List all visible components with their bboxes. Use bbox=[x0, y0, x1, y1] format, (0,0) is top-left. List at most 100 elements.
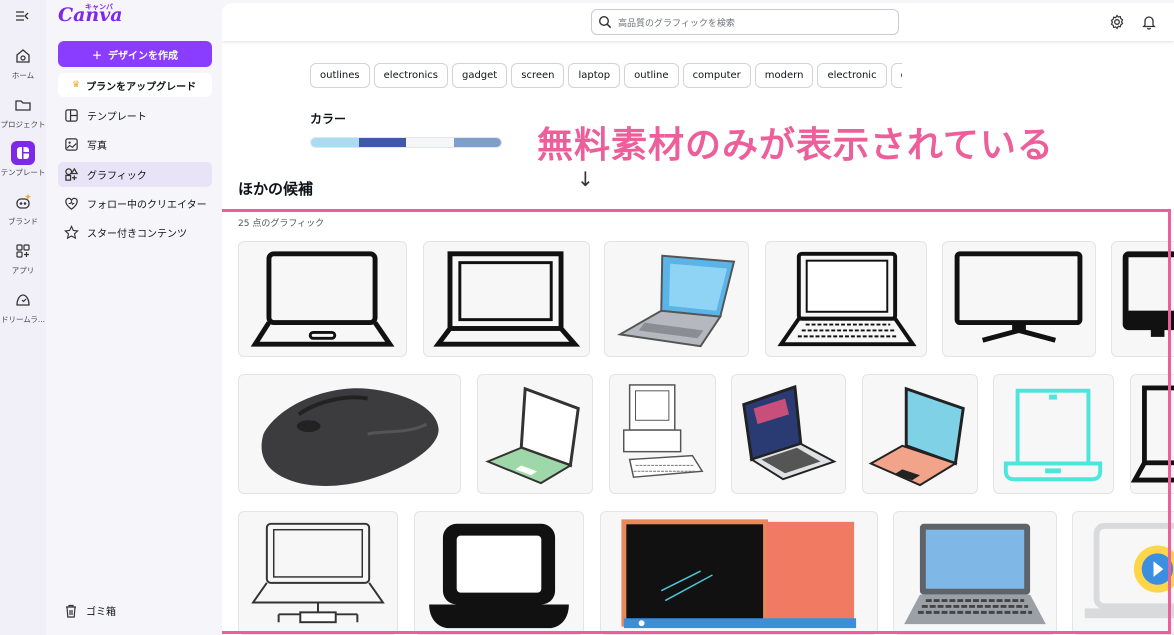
graphic-tile[interactable] bbox=[942, 241, 1096, 357]
keyword-chip[interactable]: screen bbox=[511, 63, 565, 88]
apps-icon bbox=[11, 239, 35, 263]
nav-item-starred[interactable]: スター付きコンテンツ bbox=[58, 220, 212, 245]
left-rail: ホーム プロジェクト テンプレート ブランド アプリ ドリームラ... bbox=[0, 0, 46, 635]
graphic-tile[interactable] bbox=[731, 374, 846, 494]
keyword-chip[interactable]: gadget bbox=[451, 63, 508, 88]
search-field[interactable]: 高品質のグラフィックを検索 bbox=[591, 9, 899, 35]
nav-label: グラフィック bbox=[87, 171, 147, 182]
keyword-chip[interactable]: o bbox=[890, 63, 902, 88]
graphic-tile[interactable] bbox=[423, 241, 590, 357]
upgrade-plan-label: プランをアップグレード bbox=[86, 81, 197, 93]
color-section-title: カラー bbox=[310, 112, 347, 126]
rail-label: アプリ bbox=[11, 266, 35, 275]
top-bar: 高品質のグラフィックを検索 bbox=[222, 3, 1174, 41]
template-icon bbox=[11, 141, 35, 165]
canva-logo-kana: キャンバ bbox=[85, 3, 113, 11]
graphic-tile[interactable] bbox=[414, 511, 584, 635]
nav-label: スター付きコンテンツ bbox=[87, 229, 187, 240]
graphic-tile[interactable] bbox=[862, 374, 978, 494]
keyword-chip[interactable]: outlines bbox=[310, 63, 370, 88]
home-icon bbox=[11, 44, 35, 68]
laptop-3d-blue-graphic bbox=[617, 254, 736, 348]
crown-icon: ♛ bbox=[72, 80, 81, 90]
color-swatch[interactable] bbox=[406, 138, 454, 147]
search-placeholder: 高品質のグラフィックを検索 bbox=[618, 18, 735, 29]
color-swatch[interactable] bbox=[453, 138, 501, 147]
results-count: 25 点のグラフィック bbox=[238, 219, 325, 229]
rail-label: ドリームラ... bbox=[0, 315, 46, 324]
nav-label: フォロー中のクリエイター bbox=[87, 200, 207, 211]
main-content: 高品質のグラフィックを検索 outlines electronics gadget s… bbox=[222, 3, 1174, 635]
laptop-outline-graphic bbox=[1131, 385, 1174, 483]
graphic-tile[interactable] bbox=[993, 374, 1114, 494]
annotation-arrow: ↓ bbox=[577, 167, 594, 191]
nav-item-followed-creators[interactable]: フォロー中のクリエイター bbox=[58, 191, 212, 216]
keyword-chip[interactable]: modern bbox=[754, 63, 814, 88]
laptop-outline-graphic bbox=[250, 251, 395, 347]
create-design-button[interactable]: ＋ デザインを作成 bbox=[58, 41, 212, 67]
nav-item-graphics[interactable]: グラフィック bbox=[58, 162, 212, 187]
retro-computer-graphic bbox=[623, 384, 704, 478]
laptop-network-outline-graphic bbox=[251, 522, 385, 624]
collapse-menu-icon[interactable] bbox=[15, 10, 33, 24]
results-title: ほかの候補 bbox=[238, 180, 314, 198]
plus-icon: ＋ bbox=[92, 50, 102, 62]
rail-item-apps[interactable]: アプリ bbox=[0, 239, 46, 276]
color-swatch[interactable] bbox=[311, 138, 359, 147]
laptop-grey-graphic bbox=[904, 523, 1046, 625]
search-icon bbox=[598, 15, 612, 29]
rail-label: ホーム bbox=[11, 71, 35, 80]
laptop-solid-graphic bbox=[429, 523, 569, 629]
rail-item-templates[interactable]: テンプレート bbox=[0, 141, 46, 178]
laptop-colorful-graphic bbox=[621, 519, 857, 629]
template-icon bbox=[65, 109, 78, 122]
graphic-tile[interactable] bbox=[238, 374, 461, 494]
keyword-chip[interactable]: outline bbox=[624, 63, 679, 88]
nav-label: テンプレート bbox=[87, 112, 147, 123]
graphic-tile[interactable] bbox=[1072, 511, 1174, 635]
color-palette[interactable] bbox=[310, 137, 502, 148]
keyword-chip[interactable]: laptop bbox=[568, 63, 621, 88]
keyword-chip[interactable]: computer bbox=[682, 63, 751, 88]
laptop-video-graphic bbox=[1084, 522, 1174, 619]
graphic-tile[interactable] bbox=[1130, 374, 1174, 494]
rail-item-brand[interactable]: ブランド bbox=[0, 190, 46, 227]
dream-lab-icon bbox=[11, 288, 35, 312]
monitor-graphic bbox=[1122, 251, 1174, 337]
graphic-tile[interactable] bbox=[609, 374, 716, 494]
bell-icon[interactable] bbox=[1141, 14, 1157, 30]
trash-button[interactable]: ゴミ箱 bbox=[58, 598, 212, 623]
rail-item-dream-lab[interactable]: ドリームラ... bbox=[0, 288, 46, 325]
graphics-icon bbox=[65, 167, 79, 181]
photo-icon bbox=[65, 138, 78, 151]
trash-label: ゴミ箱 bbox=[86, 607, 116, 618]
graphic-tile[interactable] bbox=[600, 511, 878, 635]
keyword-chips: outlines electronics gadget screen laptop out… bbox=[310, 63, 902, 89]
rail-label: プロジェクト bbox=[0, 120, 46, 129]
rail-item-projects[interactable]: プロジェクト bbox=[0, 93, 46, 130]
rail-item-home[interactable]: ホーム bbox=[0, 44, 46, 81]
computer-mouse-graphic bbox=[261, 388, 439, 486]
graphic-tile[interactable] bbox=[477, 374, 593, 494]
trash-icon bbox=[66, 604, 76, 618]
graphic-tile[interactable] bbox=[604, 241, 749, 357]
graphic-tile[interactable] bbox=[238, 511, 398, 635]
star-icon bbox=[64, 225, 79, 240]
color-swatch[interactable] bbox=[358, 138, 406, 147]
graphic-tile[interactable] bbox=[238, 241, 407, 357]
nav-item-templates[interactable]: テンプレート bbox=[58, 103, 212, 128]
laptop-outline-graphic bbox=[433, 251, 581, 347]
laptop-sketch-graphic bbox=[777, 251, 917, 347]
upgrade-plan-button[interactable]: ♛ プランをアップグレード bbox=[58, 73, 212, 97]
graphic-tile[interactable] bbox=[1111, 241, 1174, 357]
create-design-label: デザインを作成 bbox=[108, 50, 178, 62]
keyword-chip[interactable]: electronics bbox=[373, 63, 448, 88]
graphic-tile[interactable] bbox=[765, 241, 927, 357]
annotation-text: 無料素材のみが表示されている bbox=[537, 125, 1054, 166]
keyword-chip[interactable]: electronic bbox=[817, 63, 887, 88]
heart-icon bbox=[65, 197, 78, 210]
nav-item-photos[interactable]: 写真 bbox=[58, 132, 212, 157]
graphic-tile[interactable] bbox=[893, 511, 1057, 635]
gear-icon[interactable] bbox=[1109, 14, 1125, 30]
side-panel: Canva キャンバ ＋ デザインを作成 ♛ プランをアップグレード テンプレー… bbox=[46, 0, 222, 635]
